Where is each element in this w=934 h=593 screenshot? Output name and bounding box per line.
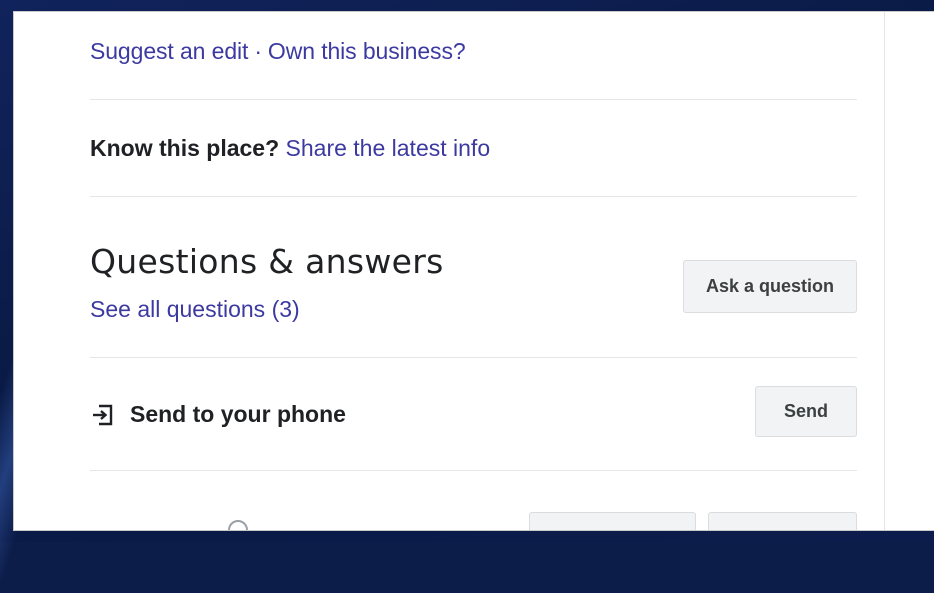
divider — [90, 470, 857, 471]
ask-question-button[interactable]: Ask a question — [683, 260, 857, 313]
partial-icon — [228, 520, 248, 530]
send-to-phone-label: Send to your phone — [130, 401, 346, 427]
edit-links-row: Suggest an edit · Own this business? — [90, 38, 466, 65]
share-info-link[interactable]: Share the latest info — [286, 135, 491, 161]
right-column-edge — [884, 12, 934, 530]
know-place-row: Know this place? Share the latest info — [90, 135, 490, 162]
own-business-link[interactable]: Own this business? — [268, 38, 466, 64]
send-to-phone-icon — [90, 402, 116, 428]
divider — [90, 99, 857, 100]
send-button[interactable]: Send — [755, 386, 857, 437]
business-info-panel: Suggest an edit · Own this business? Know … — [14, 12, 934, 530]
send-to-phone-row[interactable]: Send to your phone — [90, 401, 346, 428]
see-all-questions-link[interactable]: See all questions (3) — [90, 296, 300, 323]
partial-button[interactable] — [708, 512, 857, 530]
suggest-edit-link[interactable]: Suggest an edit — [90, 38, 248, 64]
qa-section-title: Questions & answers — [90, 242, 444, 281]
separator-dot: · — [254, 38, 262, 64]
know-place-label: Know this place? — [90, 135, 280, 161]
divider — [90, 357, 857, 358]
partial-button[interactable] — [529, 512, 696, 530]
divider — [90, 196, 857, 197]
